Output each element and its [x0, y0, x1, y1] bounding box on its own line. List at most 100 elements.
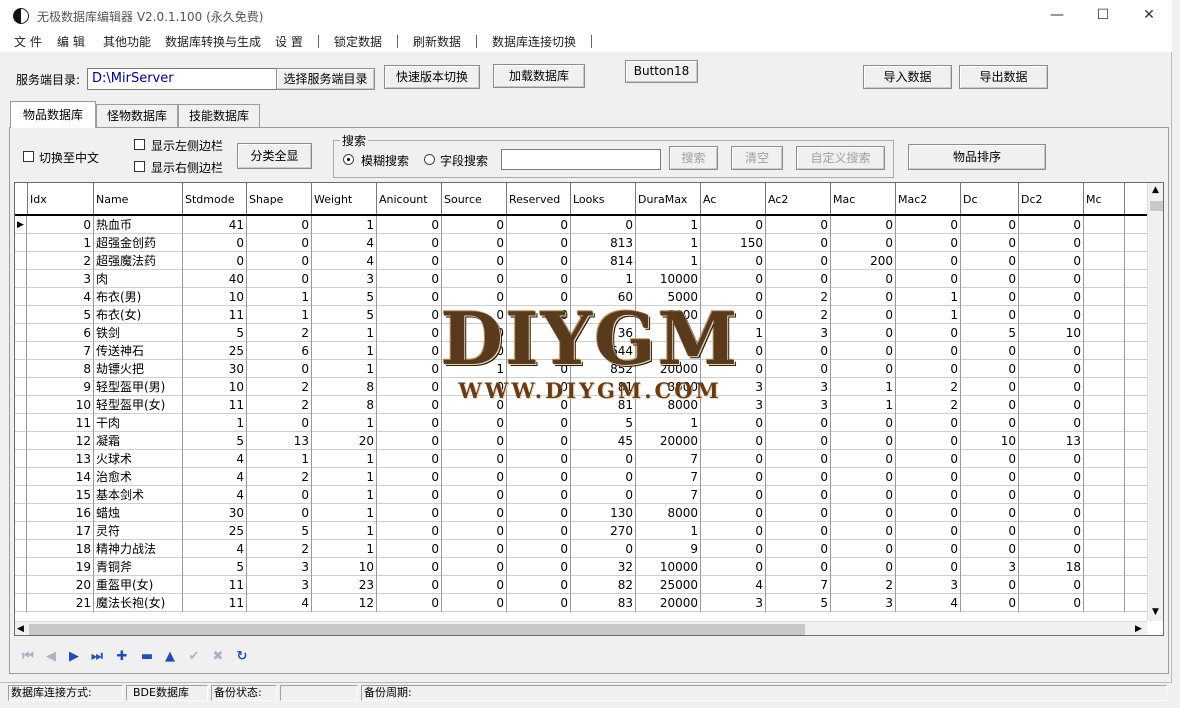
cell-stdmode[interactable]: 4 [183, 486, 247, 504]
cell-duramax[interactable]: 1 [636, 216, 701, 234]
cell-name[interactable]: 布衣(女) [94, 306, 183, 324]
cell-ac[interactable]: 0 [701, 288, 766, 306]
cell-name[interactable]: 铁剑 [94, 324, 183, 342]
cell-mc[interactable] [1084, 540, 1125, 558]
cell-looks[interactable]: 32 [571, 558, 636, 576]
cell-anicount[interactable]: 0 [377, 468, 442, 486]
scroll-up-arrow-icon[interactable]: ▲ [1152, 185, 1159, 195]
cell-reserved[interactable]: 0 [507, 576, 571, 594]
cell-idx[interactable]: 18 [28, 540, 94, 558]
tab-skill-database[interactable]: 技能数据库 [178, 104, 260, 127]
cell-ac2[interactable]: 0 [766, 234, 831, 252]
cell-duramax[interactable]: 8000 [636, 396, 701, 414]
cell-mac2[interactable]: 4 [896, 594, 961, 612]
cell-name[interactable]: 热血币 [94, 216, 183, 234]
horizontal-scrollbar[interactable]: ◀ ▶ [15, 621, 1147, 635]
cell-idx[interactable]: 10 [28, 396, 94, 414]
cell-ac2[interactable]: 0 [766, 432, 831, 450]
cell-stdmode[interactable]: 10 [183, 288, 247, 306]
cell-name[interactable]: 干肉 [94, 414, 183, 432]
cell-anicount[interactable]: 0 [377, 324, 442, 342]
cell-idx[interactable]: 7 [28, 342, 94, 360]
cell-mac2[interactable]: 0 [896, 450, 961, 468]
cell-dc[interactable]: 0 [961, 414, 1019, 432]
cell-name[interactable]: 肉 [94, 270, 183, 288]
cell-source[interactable]: 0 [442, 576, 507, 594]
horizontal-scroll-thumb[interactable] [29, 624, 805, 635]
cell-looks[interactable]: 644 [571, 342, 636, 360]
cell-shape[interactable]: 0 [247, 234, 312, 252]
cell-shape[interactable]: 0 [247, 270, 312, 288]
cell-mac2[interactable]: 0 [896, 270, 961, 288]
cell-anicount[interactable]: 0 [377, 486, 442, 504]
cell-ac2[interactable]: 3 [766, 396, 831, 414]
cell-idx[interactable]: 21 [28, 594, 94, 612]
table-row[interactable]: 9 轻型盔甲(男) 10 2 8 0 0 0 81 8000 3 3 1 2 0 0 [15, 378, 1147, 396]
cell-stdmode[interactable]: 41 [183, 216, 247, 234]
cell-duramax[interactable]: 7 [636, 450, 701, 468]
column-header-shape[interactable]: Shape [247, 183, 312, 214]
cell-shape[interactable]: 0 [247, 414, 312, 432]
cell-ac[interactable]: 0 [701, 270, 766, 288]
cell-dc2[interactable]: 0 [1019, 504, 1084, 522]
cell-source[interactable]: 0 [442, 234, 507, 252]
cell-dc[interactable]: 5 [961, 324, 1019, 342]
cell-source[interactable]: 1 [442, 360, 507, 378]
cell-source[interactable]: 0 [442, 252, 507, 270]
cell-reserved[interactable]: 0 [507, 306, 571, 324]
cell-weight[interactable]: 1 [312, 360, 377, 378]
cell-reserved[interactable]: 0 [507, 432, 571, 450]
cell-name[interactable]: 轻型盔甲(女) [94, 396, 183, 414]
cell-reserved[interactable]: 0 [507, 342, 571, 360]
cell-looks[interactable]: 0 [571, 468, 636, 486]
cell-dc[interactable]: 0 [961, 576, 1019, 594]
cell-weight[interactable]: 1 [312, 324, 377, 342]
table-row[interactable]: 13 火球术 4 1 1 0 0 0 0 7 0 0 0 0 0 0 [15, 450, 1147, 468]
cell-looks[interactable]: 81 [571, 378, 636, 396]
cell-mac2[interactable]: 0 [896, 558, 961, 576]
cell-duramax[interactable] [636, 342, 701, 360]
cell-ac2[interactable]: 0 [766, 360, 831, 378]
cell-dc[interactable]: 0 [961, 594, 1019, 612]
cell-mac[interactable]: 1 [831, 396, 896, 414]
cell-ac2[interactable]: 0 [766, 468, 831, 486]
cell-anicount[interactable]: 0 [377, 288, 442, 306]
cell-weight[interactable]: 1 [312, 540, 377, 558]
cell-mc[interactable] [1084, 342, 1125, 360]
cell-mac[interactable]: 0 [831, 342, 896, 360]
table-row[interactable]: 2 超强魔法药 0 0 4 0 0 0 814 1 0 0 200 0 0 0 [15, 252, 1147, 270]
cell-reserved[interactable]: 0 [507, 468, 571, 486]
cell-shape[interactable]: 0 [247, 252, 312, 270]
column-header-looks[interactable]: Looks [571, 183, 636, 214]
cell-shape[interactable]: 13 [247, 432, 312, 450]
cell-weight[interactable]: 5 [312, 288, 377, 306]
cell-dc2[interactable]: 0 [1019, 450, 1084, 468]
cell-dc[interactable]: 0 [961, 270, 1019, 288]
cell-source[interactable]: 0 [442, 270, 507, 288]
menu-lock-data[interactable]: 锁定数据 [334, 33, 382, 50]
cell-anicount[interactable]: 0 [377, 522, 442, 540]
cell-mac[interactable]: 0 [831, 522, 896, 540]
cell-dc[interactable]: 0 [961, 378, 1019, 396]
cell-dc2[interactable]: 0 [1019, 540, 1084, 558]
cell-reserved[interactable]: 0 [507, 450, 571, 468]
cell-mac2[interactable]: 0 [896, 216, 961, 234]
column-header-idx[interactable]: Idx [28, 183, 94, 214]
cell-mac[interactable]: 0 [831, 234, 896, 252]
table-row[interactable]: ▶ 0 热血币 41 0 1 0 0 0 0 1 0 0 0 0 0 0 [15, 216, 1147, 234]
cell-mac2[interactable]: 0 [896, 432, 961, 450]
post-edit-icon[interactable]: ✔ [185, 648, 203, 666]
cell-dc2[interactable]: 0 [1019, 576, 1084, 594]
cell-dc[interactable]: 0 [961, 486, 1019, 504]
cell-looks[interactable]: 814 [571, 252, 636, 270]
cell-mc[interactable] [1084, 288, 1125, 306]
cell-source[interactable]: 0 [442, 324, 507, 342]
cell-looks[interactable]: 0 [571, 486, 636, 504]
cell-source[interactable]: 0 [442, 540, 507, 558]
cell-mc[interactable] [1084, 252, 1125, 270]
cell-dc2[interactable]: 18 [1019, 558, 1084, 576]
cell-reserved[interactable]: 0 [507, 414, 571, 432]
last-record-icon[interactable]: ⏭ [88, 648, 106, 666]
show-left-sidebar-checkbox[interactable] [134, 139, 145, 150]
edit-record-icon[interactable]: ▲ [161, 648, 179, 666]
